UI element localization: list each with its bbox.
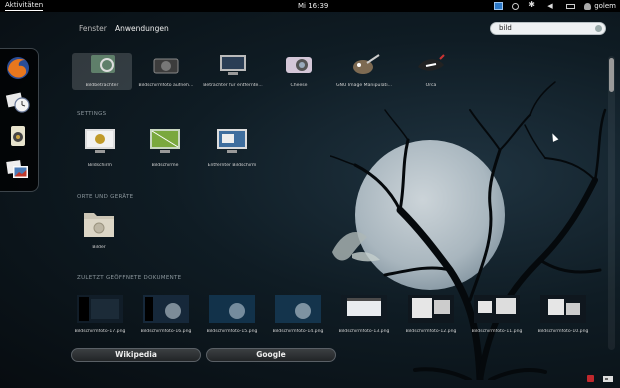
tab-windows[interactable]: Fenster: [79, 24, 107, 33]
firefox-icon[interactable]: [5, 55, 31, 81]
cheese-webcam-icon: [286, 57, 312, 73]
pictures-folder-icon: [84, 213, 114, 237]
recent-document[interactable]: Bildschirmfoto-13.png: [334, 295, 394, 334]
search-google-button[interactable]: Google: [206, 348, 336, 362]
recent-label: Bildschirmfoto-11.png: [471, 329, 523, 334]
recent-label: Bildschirmfoto-13.png: [338, 329, 390, 334]
section-places-heading: ORTE UND GERÄTE: [77, 194, 134, 200]
mail-clock-icon[interactable]: [5, 89, 31, 115]
clock[interactable]: Mi 16:39: [298, 1, 328, 11]
remote-desktop-icon: [217, 129, 247, 153]
recent-document[interactable]: Bildschirmfoto-16.png: [136, 295, 196, 334]
image-viewer-icon: [91, 55, 115, 73]
place-pictures[interactable]: Bilder: [69, 209, 129, 250]
scrollbar-thumb[interactable]: [609, 58, 614, 92]
screenshot-icon: [153, 58, 179, 74]
screenshot-thumbnail-icon: [408, 295, 454, 323]
photos-icon[interactable]: [5, 157, 31, 183]
screenshot-thumbnail-icon: [209, 295, 255, 323]
section-recent-heading: ZULETZT GEÖFFNETE DOKUMENTE: [77, 275, 182, 281]
app-orca[interactable]: Orca: [401, 53, 461, 88]
search-value: bild: [499, 24, 512, 32]
bluetooth-icon[interactable]: [528, 0, 538, 10]
screenshot-thumbnail-icon: [540, 295, 586, 323]
gimp-icon: [353, 54, 380, 74]
recent-document[interactable]: Bildschirmfoto-12.png: [401, 295, 461, 334]
recent-label: Bildschirmfoto-15.png: [206, 329, 258, 334]
activities-button[interactable]: Aktivitäten: [5, 1, 44, 11]
displays-icon: [150, 129, 180, 153]
recent-document[interactable]: Bildschirmfoto-17.png: [70, 295, 130, 334]
settings-item-remote-desktop[interactable]: Entfernter Bildschirm: [202, 127, 262, 168]
system-tray: golem: [494, 0, 616, 11]
volume-icon[interactable]: [547, 1, 557, 11]
battery-icon[interactable]: [566, 3, 576, 9]
network-icon[interactable]: [512, 2, 520, 10]
screen-settings-icon: [85, 129, 115, 153]
recent-label: Bildschirmfoto-12.png: [405, 329, 457, 334]
screenshot-thumbnail-icon: [275, 295, 321, 323]
app-image-viewer[interactable]: Bildbetrachter: [72, 53, 132, 90]
app-label: Bildschirmfoto aufneh...: [138, 83, 194, 88]
app-label: Betrachter für entfernte...: [203, 83, 263, 88]
dash: [0, 48, 39, 192]
recent-label: Bildschirmfoto-14.png: [272, 329, 324, 334]
search-wikipedia-button[interactable]: Wikipedia: [71, 348, 201, 362]
app-label: Cheese: [290, 83, 308, 88]
screenshot-thumbnail-icon: [77, 295, 123, 323]
app-label: Orca: [425, 83, 437, 88]
recent-document[interactable]: Bildschirmfoto-10.png: [533, 295, 593, 334]
recent-label: Bildschirmfoto-16.png: [140, 329, 192, 334]
app-label: Bildbetrachter: [85, 83, 119, 88]
app-label: GNU Image Manipulati...: [335, 83, 392, 88]
place-label: Bilder: [92, 245, 106, 250]
user-menu[interactable]: golem: [584, 1, 616, 11]
section-settings-heading: SETTINGS: [77, 111, 107, 117]
recent-label: Bildschirmfoto-17.png: [74, 329, 126, 334]
screenshot-thumbnail-icon: [474, 295, 520, 323]
search-input[interactable]: bild: [490, 22, 606, 35]
app-gimp[interactable]: GNU Image Manipulati...: [334, 53, 394, 88]
accessibility-icon[interactable]: [494, 2, 504, 10]
settings-label: Entfernter Bildschirm: [207, 163, 257, 168]
alert-icon[interactable]: [586, 374, 595, 383]
bird-wallpaper: [332, 232, 380, 262]
user-name: golem: [594, 2, 616, 10]
user-icon: [584, 2, 592, 10]
clear-search-icon[interactable]: [595, 25, 602, 32]
app-cheese[interactable]: Cheese: [269, 53, 329, 88]
remote-viewer-icon: [220, 55, 246, 75]
recent-document[interactable]: Bildschirmfoto-11.png: [467, 295, 527, 334]
recent-document[interactable]: Bildschirmfoto-15.png: [202, 295, 262, 334]
settings-item-screen[interactable]: Bildschirm: [70, 127, 130, 168]
app-remote-viewer[interactable]: Betrachter für entfernte...: [203, 53, 263, 88]
top-bar: Aktivitäten Mi 16:39 golem: [0, 0, 620, 12]
recent-document[interactable]: Bildschirmfoto-14.png: [268, 295, 328, 334]
app-screenshot[interactable]: Bildschirmfoto aufneh...: [136, 53, 196, 88]
recent-label: Bildschirmfoto-10.png: [537, 329, 589, 334]
screenshot-thumbnail-icon: [143, 295, 189, 323]
settings-item-displays[interactable]: Bildschirme: [135, 127, 195, 168]
scrollbar-track[interactable]: [608, 56, 615, 350]
screenshot-thumbnail-icon: [341, 295, 387, 323]
speaker-icon[interactable]: [5, 123, 31, 149]
settings-label: Bildschirme: [151, 163, 179, 168]
settings-label: Bildschirm: [87, 163, 112, 168]
orca-icon: [418, 54, 445, 71]
removable-drive-icon[interactable]: [602, 374, 614, 383]
tab-applications[interactable]: Anwendungen: [115, 24, 169, 33]
